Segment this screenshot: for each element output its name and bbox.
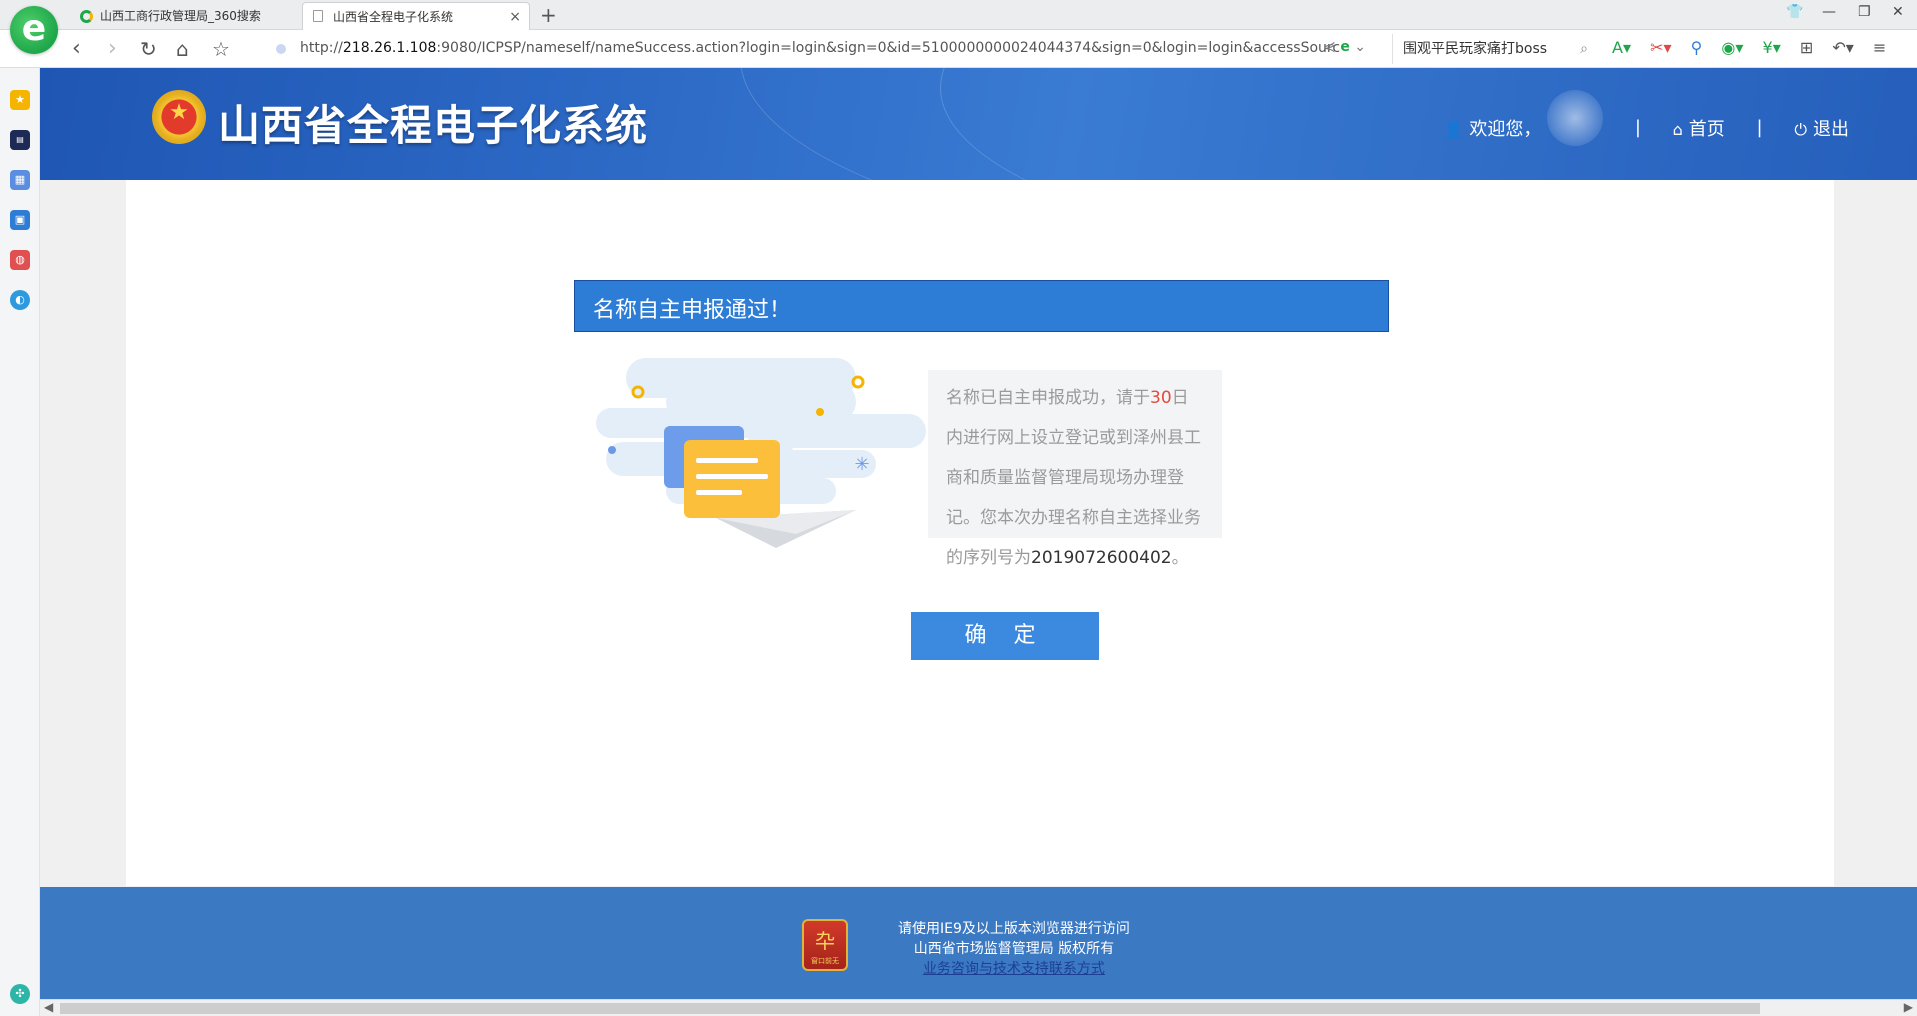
tab-title: 山西省全程电子化系统 [333,10,454,24]
support-contact-link[interactable]: 业务咨询与技术支持联系方式 [898,959,1130,979]
game-icon[interactable]: ◉▾ [1721,38,1743,57]
logout-link[interactable]: ⏻ 退出 [1794,115,1849,141]
share-icon[interactable]: ⋞ e ⌄ [1324,39,1366,55]
copyright-text: 山西省市场监督管理局 版权所有 [913,941,1115,957]
scrollbar-thumb[interactable] [60,1003,1760,1014]
success-message: 名称已自主申报成功，请于30日内进行网上设立登记或到泽州县工商和质量监督管理局现… [946,388,1201,568]
close-window-button[interactable]: ✕ [1892,4,1904,20]
browser-tab-bar: e 山西工商行政管理局_360搜索 山西省全程电子化系统 × + 👕 — ❐ ✕ [0,0,1917,54]
home-icon: ⌂ [1672,120,1683,139]
restore-button[interactable]: ❐ [1858,4,1871,20]
nav-separator: | [1634,117,1641,138]
welcome-text: 👤 欢迎您， [1443,119,1542,140]
browser-toolbar: ‹ › ↻ ⌂ ☆ http://218.26.1.108:9080/ICPSP… [0,30,1917,68]
confirm-button[interactable]: 确 定 [911,612,1099,660]
site-footer: 卆窗口前无 请使用IE9及以上版本浏览器进行访问 山西省市场监督管理局 版权所有… [40,887,1917,999]
svg-text:✳: ✳ [854,454,869,475]
bookmark-star-icon[interactable]: ☆ [212,36,230,62]
extension-icons: A▾ ✂▾ ⚲ ◉▾ ¥▾ ⊞ ↶▾ ≡ [1612,38,1900,57]
search-box[interactable]: 围观平民玩家痛打boss ⌕ [1392,34,1592,64]
footer-text: 请使用IE9及以上版本浏览器进行访问 山西省市场监督管理局 版权所有 业务咨询与… [898,919,1130,979]
payment-icon[interactable]: ¥▾ [1763,38,1781,57]
serial-number: 2019072600402 [1031,548,1172,568]
horizontal-scrollbar[interactable]: ◀ ▶ [40,999,1917,1016]
notes-icon[interactable]: ▦ [10,170,30,190]
page-favicon-icon [313,10,323,22]
result-title: 名称自主申报通过！ [593,298,792,323]
apps-grid-icon[interactable]: ⊞ [1800,38,1813,57]
power-icon: ⏻ [1794,120,1807,139]
scroll-right-arrow-icon[interactable]: ▶ [1904,1000,1913,1014]
magnifier-icon[interactable]: ⚲ [1691,38,1703,57]
site-info-icon[interactable] [276,44,286,54]
forward-button[interactable]: › [108,36,117,62]
sidebar-toggle-icon[interactable]: ✣ [10,984,30,1004]
username-redacted [1547,90,1604,146]
refresh-icon[interactable]: ↻ [140,36,157,62]
url-text[interactable]: http://218.26.1.108:9080/ICPSP/nameself/… [300,40,1340,56]
site-header: ★ 山西省全程电子化系统 👤 欢迎您， | ⌂ 首页 | ⏻ 退出 [40,68,1917,180]
browser-sidebar: ★ ▤ ▦ ▣ ◍ ◐ ✣ [0,68,40,1016]
news-app-icon[interactable]: ▤ [10,130,30,150]
favorites-star-icon[interactable]: ★ [10,90,30,110]
360-search-favicon-icon [80,10,93,23]
ie-mode-icon: e [1340,39,1350,55]
nav-separator: | [1756,117,1763,138]
home-link[interactable]: ⌂ 首页 [1673,115,1725,141]
home-icon[interactable]: ⌂ [176,36,189,62]
address-bar[interactable]: http://218.26.1.108:9080/ICPSP/nameself/… [268,34,1380,64]
scroll-left-arrow-icon[interactable]: ◀ [44,1000,53,1014]
user-icon: 👤 [1443,120,1464,139]
new-tab-button[interactable]: + [540,2,557,28]
page-viewport: ★ 山西省全程电子化系统 👤 欢迎您， | ⌂ 首页 | ⏻ 退出 名称自主申报通过！ [40,68,1917,1016]
browser-ball-icon[interactable]: ◐ [10,290,30,310]
success-illustration: ✳ [596,358,926,548]
minimize-button[interactable]: — [1822,4,1836,20]
success-message-box: 名称已自主申报成功，请于30日内进行网上设立登记或到泽州县工商和质量监督管理局现… [928,370,1222,568]
main-content: 名称自主申报通过！ ✳ 名称已自主申报成功，请于30日内进行网上设立登记或到泽州 [126,180,1834,886]
screenshot-icon[interactable]: ✂▾ [1650,38,1671,57]
calendar-icon[interactable]: ▣ [10,210,30,230]
tab-close-icon[interactable]: × [509,3,521,30]
browser-logo-icon[interactable]: e [10,6,58,54]
tab-title: 山西工商行政管理局_360搜索 [100,9,261,23]
translate-icon[interactable]: A▾ [1612,38,1631,57]
game-controller-icon[interactable]: ◍ [10,250,30,270]
menu-icon[interactable]: ≡ [1873,38,1886,57]
tab-360-search[interactable]: 山西工商行政管理局_360搜索 [70,2,300,30]
site-title: 山西省全程电子化系统 [218,101,649,150]
back-button[interactable]: ‹ [72,36,81,62]
tab-shanxi-system[interactable]: 山西省全程电子化系统 × [302,2,530,30]
footer-badge-icon: 卆窗口前无 [802,919,848,971]
deadline-days: 30 [1150,388,1172,408]
national-emblem-icon: ★ [152,90,206,144]
result-title-bar: 名称自主申报通过！ [574,280,1389,332]
header-nav: 👤 欢迎您， | ⌂ 首页 | ⏻ 退出 [1443,90,1849,146]
browser-requirement-text: 请使用IE9及以上版本浏览器进行访问 [898,921,1130,937]
skin-icon[interactable]: 👕 [1786,4,1803,20]
search-icon[interactable]: ⌕ [1580,34,1588,64]
undo-icon[interactable]: ↶▾ [1832,38,1853,57]
